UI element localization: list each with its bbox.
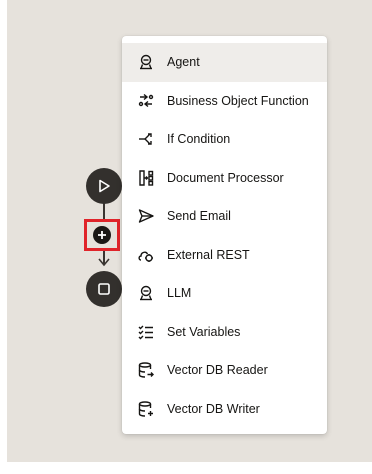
menu-item-if-condition[interactable]: If Condition <box>122 120 327 159</box>
vector-db-writer-icon <box>136 399 156 419</box>
document-processor-icon <box>136 168 156 188</box>
plus-icon <box>98 231 106 239</box>
menu-item-label: Business Object Function <box>167 93 309 108</box>
menu-item-label: If Condition <box>167 132 231 147</box>
menu-item-label: Vector DB Reader <box>167 363 268 378</box>
menu-item-label: Document Processor <box>167 170 284 185</box>
menu-item-label: Send Email <box>167 209 231 224</box>
business-object-function-icon <box>136 91 156 111</box>
menu-item-send-email[interactable]: Send Email <box>122 197 327 236</box>
llm-icon <box>136 283 156 303</box>
menu-item-set-variables[interactable]: Set Variables <box>122 313 327 352</box>
send-email-icon <box>136 206 156 226</box>
arrow-down-icon <box>98 258 110 267</box>
add-step-menu: Agent Business Object Function If Condit… <box>122 36 327 434</box>
if-condition-icon <box>136 129 156 149</box>
stop-icon <box>98 283 110 295</box>
end-node[interactable] <box>86 271 122 307</box>
menu-item-vector-db-writer[interactable]: Vector DB Writer <box>122 390 327 429</box>
start-node[interactable] <box>86 168 122 204</box>
add-step-button[interactable] <box>93 226 111 244</box>
menu-item-label: Vector DB Writer <box>167 401 260 416</box>
vector-db-reader-icon <box>136 360 156 380</box>
menu-item-llm[interactable]: LLM <box>122 274 327 313</box>
menu-item-label: Set Variables <box>167 324 241 339</box>
menu-item-external-rest[interactable]: External REST <box>122 236 327 275</box>
add-step-highlight[interactable] <box>84 219 120 251</box>
external-rest-icon <box>136 245 156 265</box>
menu-item-business-object-function[interactable]: Business Object Function <box>122 82 327 121</box>
set-variables-icon <box>136 322 156 342</box>
agent-icon <box>136 52 156 72</box>
play-icon <box>99 179 110 193</box>
menu-item-label: External REST <box>167 247 250 262</box>
menu-item-label: Agent <box>167 55 200 70</box>
menu-item-vector-db-reader[interactable]: Vector DB Reader <box>122 351 327 390</box>
menu-item-document-processor[interactable]: Document Processor <box>122 159 327 198</box>
menu-item-agent[interactable]: Agent <box>122 43 327 82</box>
menu-item-label: LLM <box>167 286 192 301</box>
